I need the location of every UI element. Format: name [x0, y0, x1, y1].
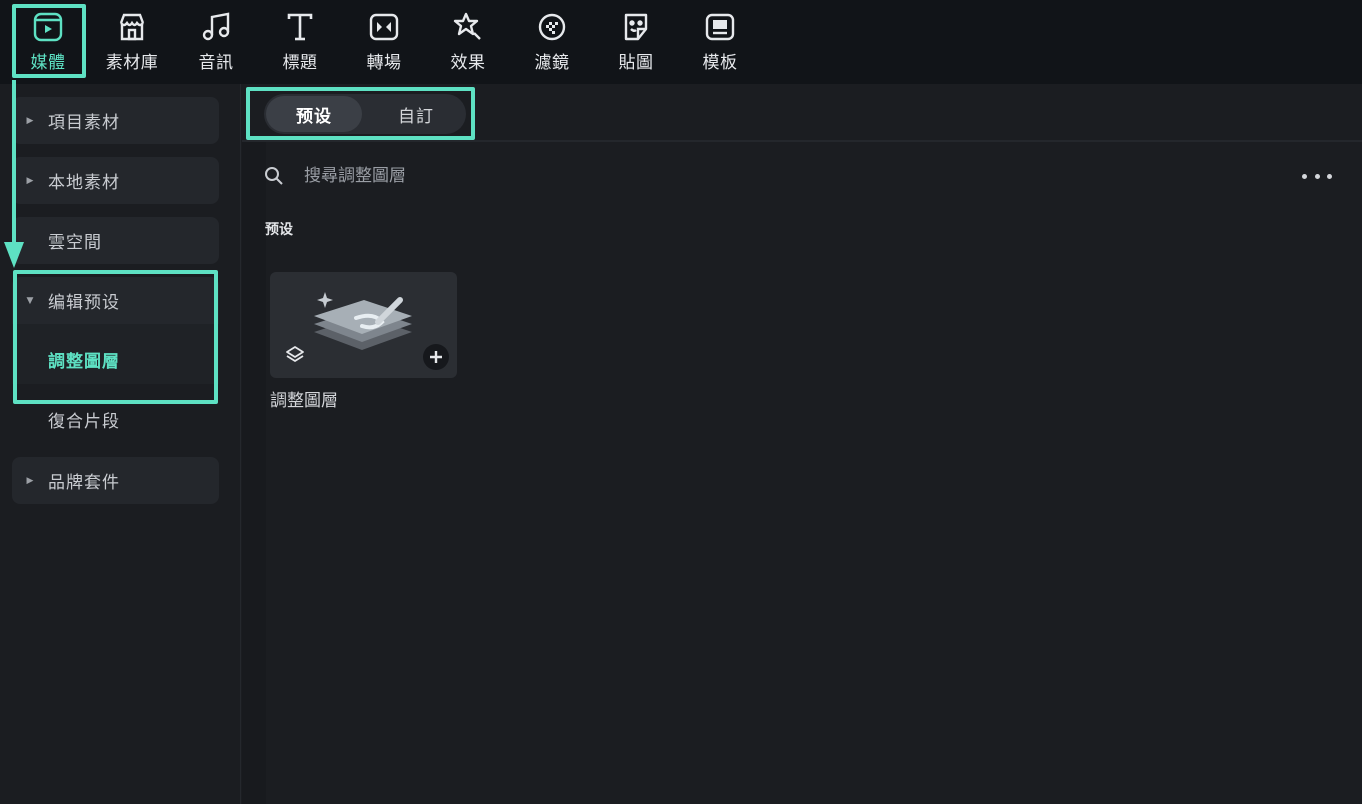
toolbar-stickers-label: 貼圖: [618, 53, 654, 73]
toolbar-titles[interactable]: 標題: [262, 0, 338, 84]
caret-right-icon: ▶: [26, 115, 34, 126]
toolbar-stickers[interactable]: 貼圖: [598, 0, 674, 84]
sidebar-item-project-media[interactable]: ▶ 項目素材: [12, 97, 219, 144]
asset-card-adjustment-layer[interactable]: 調整圖層: [270, 272, 457, 411]
sidebar-item-local-media[interactable]: ▶ 本地素材: [12, 157, 219, 204]
dot-icon: [1302, 173, 1307, 179]
tab-presets[interactable]: 预设: [266, 96, 362, 132]
text-t-icon: [283, 10, 317, 44]
tabs-row: 预设 自訂: [242, 84, 1362, 142]
sidebar-item-label: 雲空間: [48, 233, 102, 253]
toolbar-store-label: 素材庫: [105, 53, 159, 73]
sidebar-item-label: 本地素材: [48, 173, 120, 193]
sidebar-item-brand-kit[interactable]: ▶ 品牌套件: [12, 457, 219, 504]
dot-icon: [1327, 173, 1332, 179]
toolbar-templates-label: 模板: [702, 53, 738, 73]
toolbar-titles-label: 標題: [282, 53, 318, 73]
music-note-icon: [199, 10, 233, 44]
toolbar-filters[interactable]: 濾鏡: [514, 0, 590, 84]
sidebar-item-label: 品牌套件: [48, 473, 120, 493]
toolbar-filters-label: 濾鏡: [534, 53, 570, 73]
search-icon: [264, 166, 290, 186]
toolbar-effects-label: 效果: [450, 53, 486, 73]
toolbar-transitions[interactable]: 轉場: [346, 0, 422, 84]
sidebar-item-compound-clip[interactable]: 復合片段: [12, 396, 219, 443]
search-input[interactable]: [304, 166, 704, 186]
top-toolbar: 媒體 素材庫 音訊 標題 轉場 效果 濾鏡 貼圖 模板: [0, 0, 1362, 84]
tab-custom[interactable]: 自訂: [368, 96, 464, 132]
caret-right-icon: ▶: [26, 175, 34, 186]
sidebar-item-cloud[interactable]: 雲空間: [12, 217, 219, 264]
toolbar-templates[interactable]: 模板: [682, 0, 758, 84]
asset-card-label: 調整圖層: [270, 391, 338, 411]
section-title: 预设: [265, 222, 293, 238]
sidebar-item-adjustment-layer[interactable]: 調整圖層: [12, 336, 219, 383]
toolbar-effects[interactable]: 效果: [430, 0, 506, 84]
toolbar-audio-label: 音訊: [198, 53, 234, 73]
more-options-button[interactable]: [1302, 166, 1332, 186]
main-panel: 预设 自訂 预设: [242, 84, 1362, 804]
toolbar-media-label: 媒體: [30, 53, 66, 73]
caret-down-icon: ▼: [26, 295, 34, 306]
annotation-arrow-head: [4, 242, 24, 268]
effects-star-icon: [451, 10, 485, 44]
toolbar-audio[interactable]: 音訊: [178, 0, 254, 84]
sidebar-item-label: 調整圖層: [48, 352, 120, 372]
template-icon: [703, 10, 737, 44]
store-icon: [115, 10, 149, 44]
layers-icon: [286, 346, 304, 362]
content-gutter: [242, 142, 266, 804]
media-icon: [31, 10, 65, 44]
plus-icon: [430, 351, 442, 363]
search-bar: [264, 160, 864, 192]
transition-icon: [367, 10, 401, 44]
sidebar-item-label: 項目素材: [48, 113, 120, 133]
dot-icon: [1314, 173, 1320, 179]
sidebar-item-label: 復合片段: [48, 412, 120, 432]
annotation-arrow-line: [12, 80, 16, 258]
toolbar-media[interactable]: 媒體: [10, 0, 86, 84]
caret-right-icon: ▶: [26, 475, 34, 486]
filter-icon: [535, 10, 569, 44]
toolbar-store[interactable]: 素材庫: [94, 0, 170, 84]
asset-thumbnail: [270, 272, 457, 378]
segmented-tabs: 预设 自訂: [264, 94, 466, 134]
sidebar-item-label: 编辑预设: [48, 293, 120, 313]
toolbar-transitions-label: 轉場: [366, 53, 402, 73]
sidebar-item-edit-presets[interactable]: ▼ 编辑预设: [12, 277, 219, 324]
sticker-icon: [619, 10, 653, 44]
add-button[interactable]: [423, 344, 449, 370]
